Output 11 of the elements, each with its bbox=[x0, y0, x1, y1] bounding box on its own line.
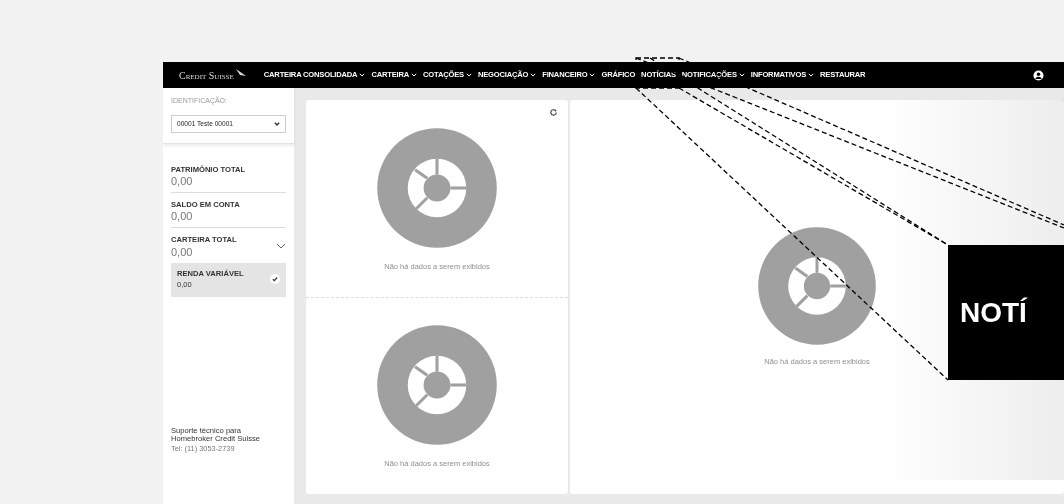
caret-icon bbox=[274, 121, 280, 126]
refresh-icon[interactable] bbox=[549, 108, 558, 117]
sail-logo-icon bbox=[234, 67, 247, 77]
stat-value: 0,00 bbox=[171, 174, 194, 187]
empty-donut-icon bbox=[757, 226, 877, 347]
magnified-label: NOTÍ bbox=[960, 295, 1027, 330]
brand-name[interactable]: Credit Suisse bbox=[179, 67, 234, 83]
user-icon[interactable] bbox=[1033, 70, 1044, 82]
stat-value: 0,00 bbox=[171, 245, 194, 258]
stat-value: 0,00 bbox=[171, 210, 194, 223]
chevron-icon[interactable] bbox=[276, 243, 286, 250]
